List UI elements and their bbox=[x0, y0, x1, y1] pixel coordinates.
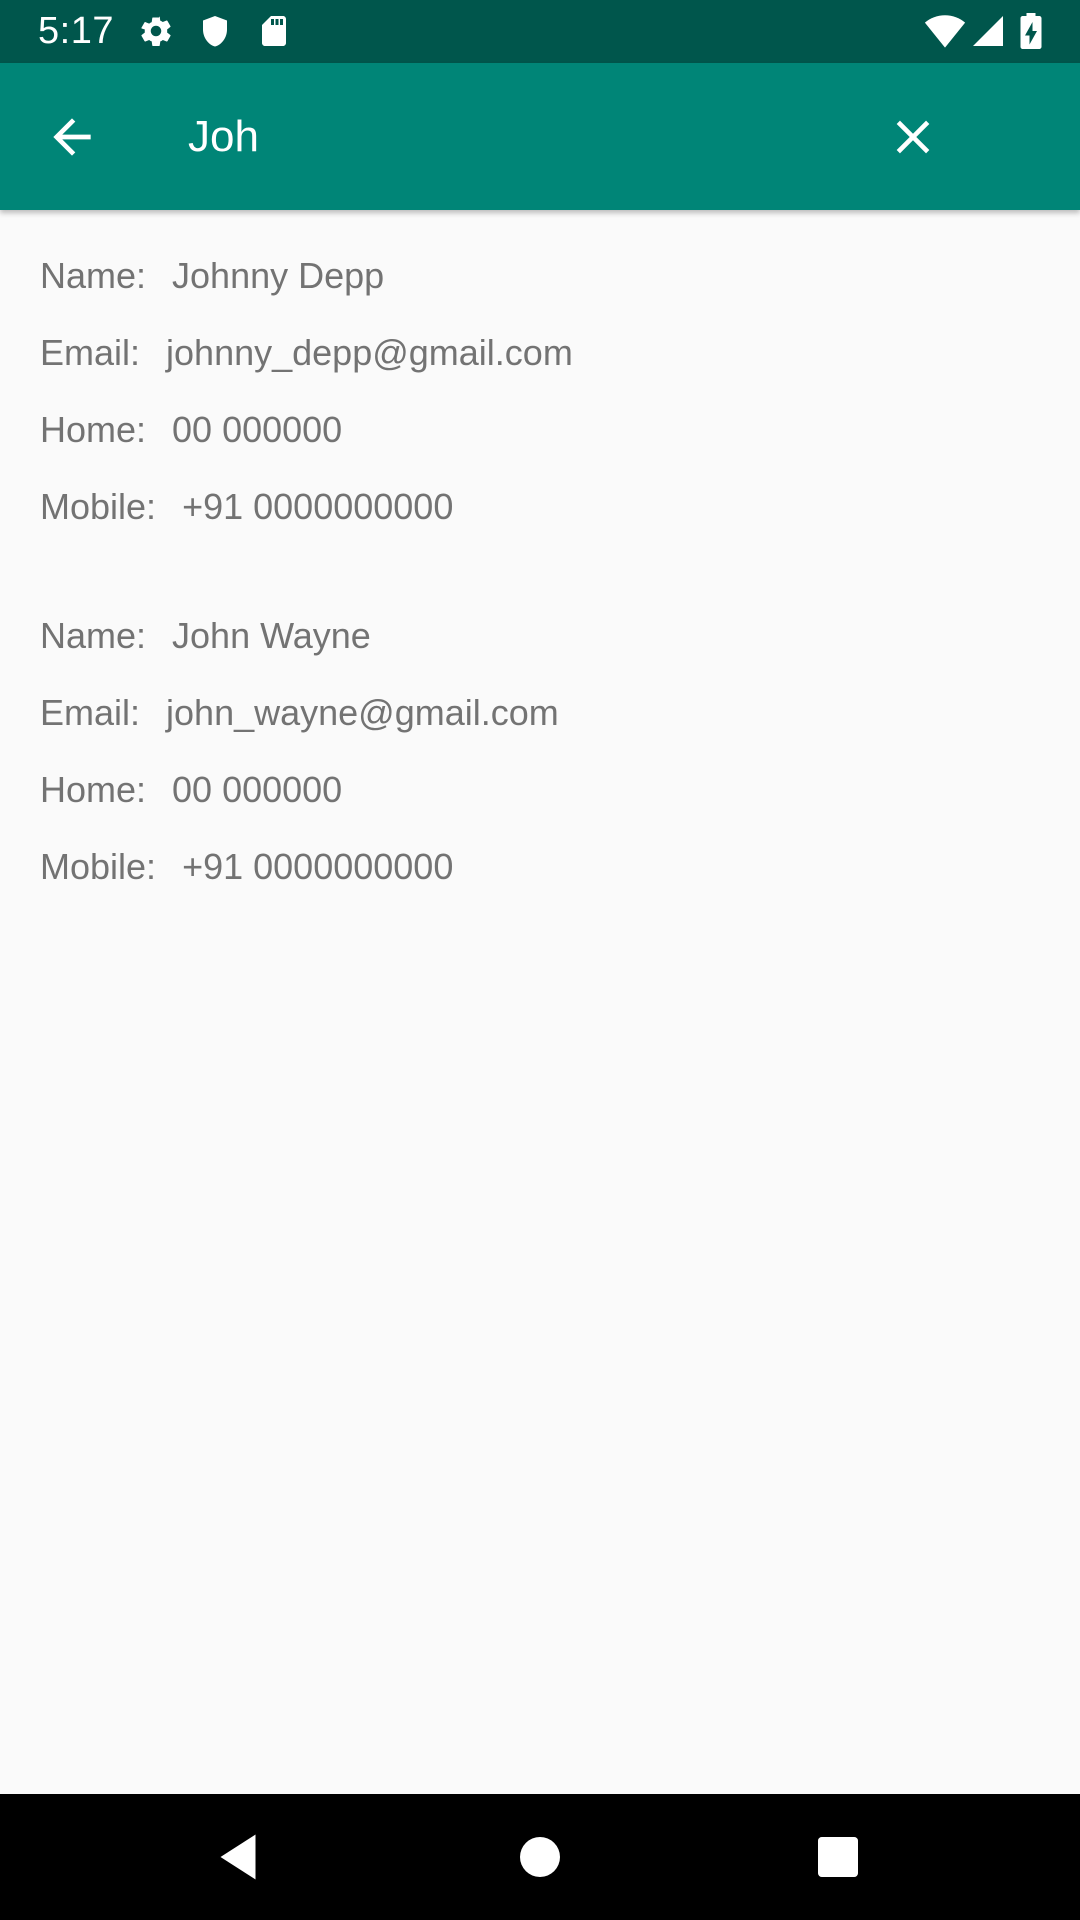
system-navigation-bar bbox=[0, 1794, 1080, 1920]
contact-mobile: +91 0000000000 bbox=[182, 846, 454, 887]
name-label: Name: bbox=[40, 615, 147, 656]
close-icon[interactable] bbox=[885, 109, 941, 165]
status-bar: 5:17 bbox=[0, 0, 1080, 63]
arrow-back-icon[interactable] bbox=[44, 109, 100, 165]
sd-card-icon bbox=[256, 13, 292, 49]
nav-home-icon[interactable] bbox=[510, 1827, 570, 1887]
email-label: Email: bbox=[40, 692, 141, 733]
settings-icon bbox=[138, 13, 174, 49]
contact-name-row: Name: Johnny Depp bbox=[40, 252, 384, 300]
contact-name: Johnny Depp bbox=[172, 255, 385, 296]
nav-recents-icon[interactable] bbox=[808, 1827, 868, 1887]
mobile-label: Mobile: bbox=[40, 486, 157, 527]
home-label: Home: bbox=[40, 409, 147, 450]
search-input[interactable] bbox=[188, 103, 838, 171]
wifi-icon bbox=[924, 13, 966, 49]
name-label: Name: bbox=[40, 255, 147, 296]
contact-mobile-row: Mobile: +91 0000000000 bbox=[40, 843, 453, 891]
shield-icon bbox=[197, 13, 233, 49]
contact-name-row: Name: John Wayne bbox=[40, 612, 371, 660]
contact-name: John Wayne bbox=[172, 615, 371, 656]
mobile-label: Mobile: bbox=[40, 846, 157, 887]
contact-home: 00 000000 bbox=[172, 409, 343, 450]
nav-back-icon[interactable] bbox=[208, 1827, 268, 1887]
contact-email-row: Email: john_wayne@gmail.com bbox=[40, 689, 559, 737]
contact-home-row: Home: 00 000000 bbox=[40, 406, 342, 454]
search-toolbar bbox=[0, 63, 1080, 210]
home-label: Home: bbox=[40, 769, 147, 810]
contact-email-row: Email: johnny_depp@gmail.com bbox=[40, 329, 573, 377]
contact-mobile-row: Mobile: +91 0000000000 bbox=[40, 483, 453, 531]
contact-results-list: Name: Johnny Depp Email: johnny_depp@gmail… bbox=[0, 210, 1080, 1794]
contact-mobile: +91 0000000000 bbox=[182, 486, 454, 527]
cell-signal-icon bbox=[970, 13, 1006, 49]
status-time: 5:17 bbox=[38, 10, 114, 52]
contact-home-row: Home: 00 000000 bbox=[40, 766, 342, 814]
contact-email: john_wayne@gmail.com bbox=[166, 692, 559, 733]
email-label: Email: bbox=[40, 332, 141, 373]
contact-home: 00 000000 bbox=[172, 769, 343, 810]
battery-charging-icon bbox=[1018, 13, 1044, 49]
contact-email: johnny_depp@gmail.com bbox=[166, 332, 573, 373]
